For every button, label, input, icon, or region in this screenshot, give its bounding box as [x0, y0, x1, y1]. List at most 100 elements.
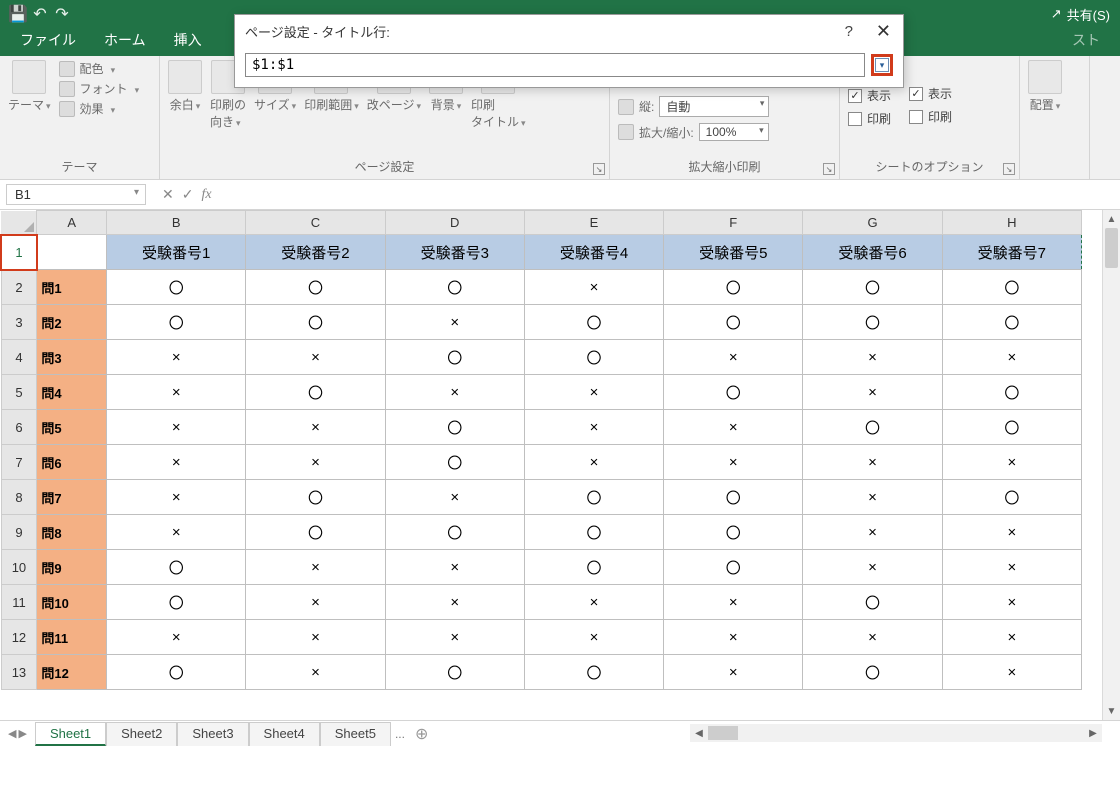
- undo-icon[interactable]: ↶: [32, 6, 48, 22]
- formula-input[interactable]: [222, 193, 1120, 197]
- cell-2-A[interactable]: 問1: [37, 270, 107, 305]
- cell-7-F[interactable]: ×: [664, 445, 803, 480]
- cell-12-H[interactable]: ×: [942, 620, 1081, 655]
- cell-9-E[interactable]: 〇: [524, 515, 663, 550]
- fonts-button[interactable]: フォント: [59, 80, 140, 97]
- col-header-E[interactable]: E: [524, 211, 663, 235]
- row-header-10[interactable]: 10: [1, 550, 37, 585]
- cell-7-A[interactable]: 問6: [37, 445, 107, 480]
- cell-4-C[interactable]: ×: [246, 340, 385, 375]
- sheet-tab-Sheet4[interactable]: Sheet4: [249, 722, 320, 746]
- cell-5-A[interactable]: 問4: [37, 375, 107, 410]
- collapse-dialog-icon[interactable]: ▾: [875, 58, 889, 72]
- cell-5-H[interactable]: 〇: [942, 375, 1081, 410]
- cell-1-H[interactable]: 受験番号7: [942, 235, 1081, 270]
- themes-button[interactable]: テーマ: [8, 60, 51, 113]
- row-header-13[interactable]: 13: [1, 655, 37, 690]
- page-btn-0[interactable]: 余白: [168, 60, 202, 113]
- add-sheet-button[interactable]: ⊕: [409, 724, 434, 744]
- cell-1-B[interactable]: 受験番号1: [107, 235, 246, 270]
- row-header-12[interactable]: 12: [1, 620, 37, 655]
- cell-8-B[interactable]: ×: [107, 480, 246, 515]
- row-header-11[interactable]: 11: [1, 585, 37, 620]
- row-header-3[interactable]: 3: [1, 305, 37, 340]
- select-all-corner[interactable]: [1, 211, 37, 235]
- close-button[interactable]: ✕: [876, 21, 891, 42]
- cell-1-A[interactable]: [37, 235, 107, 270]
- row-header-4[interactable]: 4: [1, 340, 37, 375]
- cell-1-E[interactable]: 受験番号4: [524, 235, 663, 270]
- cell-9-B[interactable]: ×: [107, 515, 246, 550]
- scroll-left-icon[interactable]: ◀: [690, 728, 708, 739]
- cell-8-H[interactable]: 〇: [942, 480, 1081, 515]
- cell-6-D[interactable]: 〇: [385, 410, 524, 445]
- scroll-down-icon[interactable]: ▼: [1103, 702, 1120, 720]
- cell-11-G[interactable]: 〇: [803, 585, 942, 620]
- headings-print-checkbox[interactable]: 印刷: [848, 110, 891, 127]
- cell-13-E[interactable]: 〇: [524, 655, 663, 690]
- cell-6-C[interactable]: ×: [246, 410, 385, 445]
- effects-button[interactable]: 効果: [59, 100, 140, 117]
- row-header-8[interactable]: 8: [1, 480, 37, 515]
- cell-11-E[interactable]: ×: [524, 585, 663, 620]
- options-launcher-icon[interactable]: ↘: [1003, 163, 1015, 175]
- sheet-next-icon[interactable]: ▶: [18, 727, 26, 740]
- tab-insert[interactable]: 挿入: [160, 26, 216, 56]
- cell-13-A[interactable]: 問12: [37, 655, 107, 690]
- cell-3-C[interactable]: 〇: [246, 305, 385, 340]
- cell-5-E[interactable]: ×: [524, 375, 663, 410]
- cell-2-C[interactable]: 〇: [246, 270, 385, 305]
- cell-7-C[interactable]: ×: [246, 445, 385, 480]
- sheet-overflow[interactable]: ...: [391, 727, 409, 741]
- cell-5-C[interactable]: 〇: [246, 375, 385, 410]
- cell-10-E[interactable]: 〇: [524, 550, 663, 585]
- cell-6-G[interactable]: 〇: [803, 410, 942, 445]
- cell-4-G[interactable]: ×: [803, 340, 942, 375]
- cell-6-B[interactable]: ×: [107, 410, 246, 445]
- cancel-icon[interactable]: ✕: [162, 186, 174, 203]
- cell-4-E[interactable]: 〇: [524, 340, 663, 375]
- col-header-C[interactable]: C: [246, 211, 385, 235]
- row-header-1[interactable]: 1: [1, 235, 37, 270]
- cell-9-A[interactable]: 問8: [37, 515, 107, 550]
- cell-1-F[interactable]: 受験番号5: [664, 235, 803, 270]
- cell-2-G[interactable]: 〇: [803, 270, 942, 305]
- cell-1-D[interactable]: 受験番号3: [385, 235, 524, 270]
- cell-2-E[interactable]: ×: [524, 270, 663, 305]
- scale-launcher-icon[interactable]: ↘: [823, 163, 835, 175]
- cell-3-E[interactable]: 〇: [524, 305, 663, 340]
- cell-8-E[interactable]: 〇: [524, 480, 663, 515]
- enter-icon[interactable]: ✓: [182, 186, 194, 203]
- cell-8-F[interactable]: 〇: [664, 480, 803, 515]
- cell-11-A[interactable]: 問10: [37, 585, 107, 620]
- sheet-tab-Sheet2[interactable]: Sheet2: [106, 722, 177, 746]
- cell-10-H[interactable]: ×: [942, 550, 1081, 585]
- cell-11-F[interactable]: ×: [664, 585, 803, 620]
- cell-8-D[interactable]: ×: [385, 480, 524, 515]
- fx-icon[interactable]: fx: [201, 187, 211, 203]
- cell-12-G[interactable]: ×: [803, 620, 942, 655]
- name-box[interactable]: B1: [6, 184, 146, 205]
- cell-4-D[interactable]: 〇: [385, 340, 524, 375]
- cell-12-E[interactable]: ×: [524, 620, 663, 655]
- cell-8-A[interactable]: 問7: [37, 480, 107, 515]
- cell-10-D[interactable]: ×: [385, 550, 524, 585]
- cell-6-F[interactable]: ×: [664, 410, 803, 445]
- cell-9-F[interactable]: 〇: [664, 515, 803, 550]
- cell-7-B[interactable]: ×: [107, 445, 246, 480]
- cell-13-H[interactable]: ×: [942, 655, 1081, 690]
- cell-3-A[interactable]: 問2: [37, 305, 107, 340]
- help-button[interactable]: ?: [845, 23, 853, 40]
- redo-icon[interactable]: ↷: [54, 6, 70, 22]
- row-header-5[interactable]: 5: [1, 375, 37, 410]
- cell-4-H[interactable]: ×: [942, 340, 1081, 375]
- cell-2-F[interactable]: 〇: [664, 270, 803, 305]
- cell-3-D[interactable]: ×: [385, 305, 524, 340]
- cell-7-E[interactable]: ×: [524, 445, 663, 480]
- gridlines-view-checkbox[interactable]: ✓表示: [909, 85, 952, 102]
- cell-6-E[interactable]: ×: [524, 410, 663, 445]
- col-header-G[interactable]: G: [803, 211, 942, 235]
- cell-7-G[interactable]: ×: [803, 445, 942, 480]
- cell-5-D[interactable]: ×: [385, 375, 524, 410]
- dialog-titlebar[interactable]: ページ設定 - タイトル行: ? ✕: [235, 15, 903, 47]
